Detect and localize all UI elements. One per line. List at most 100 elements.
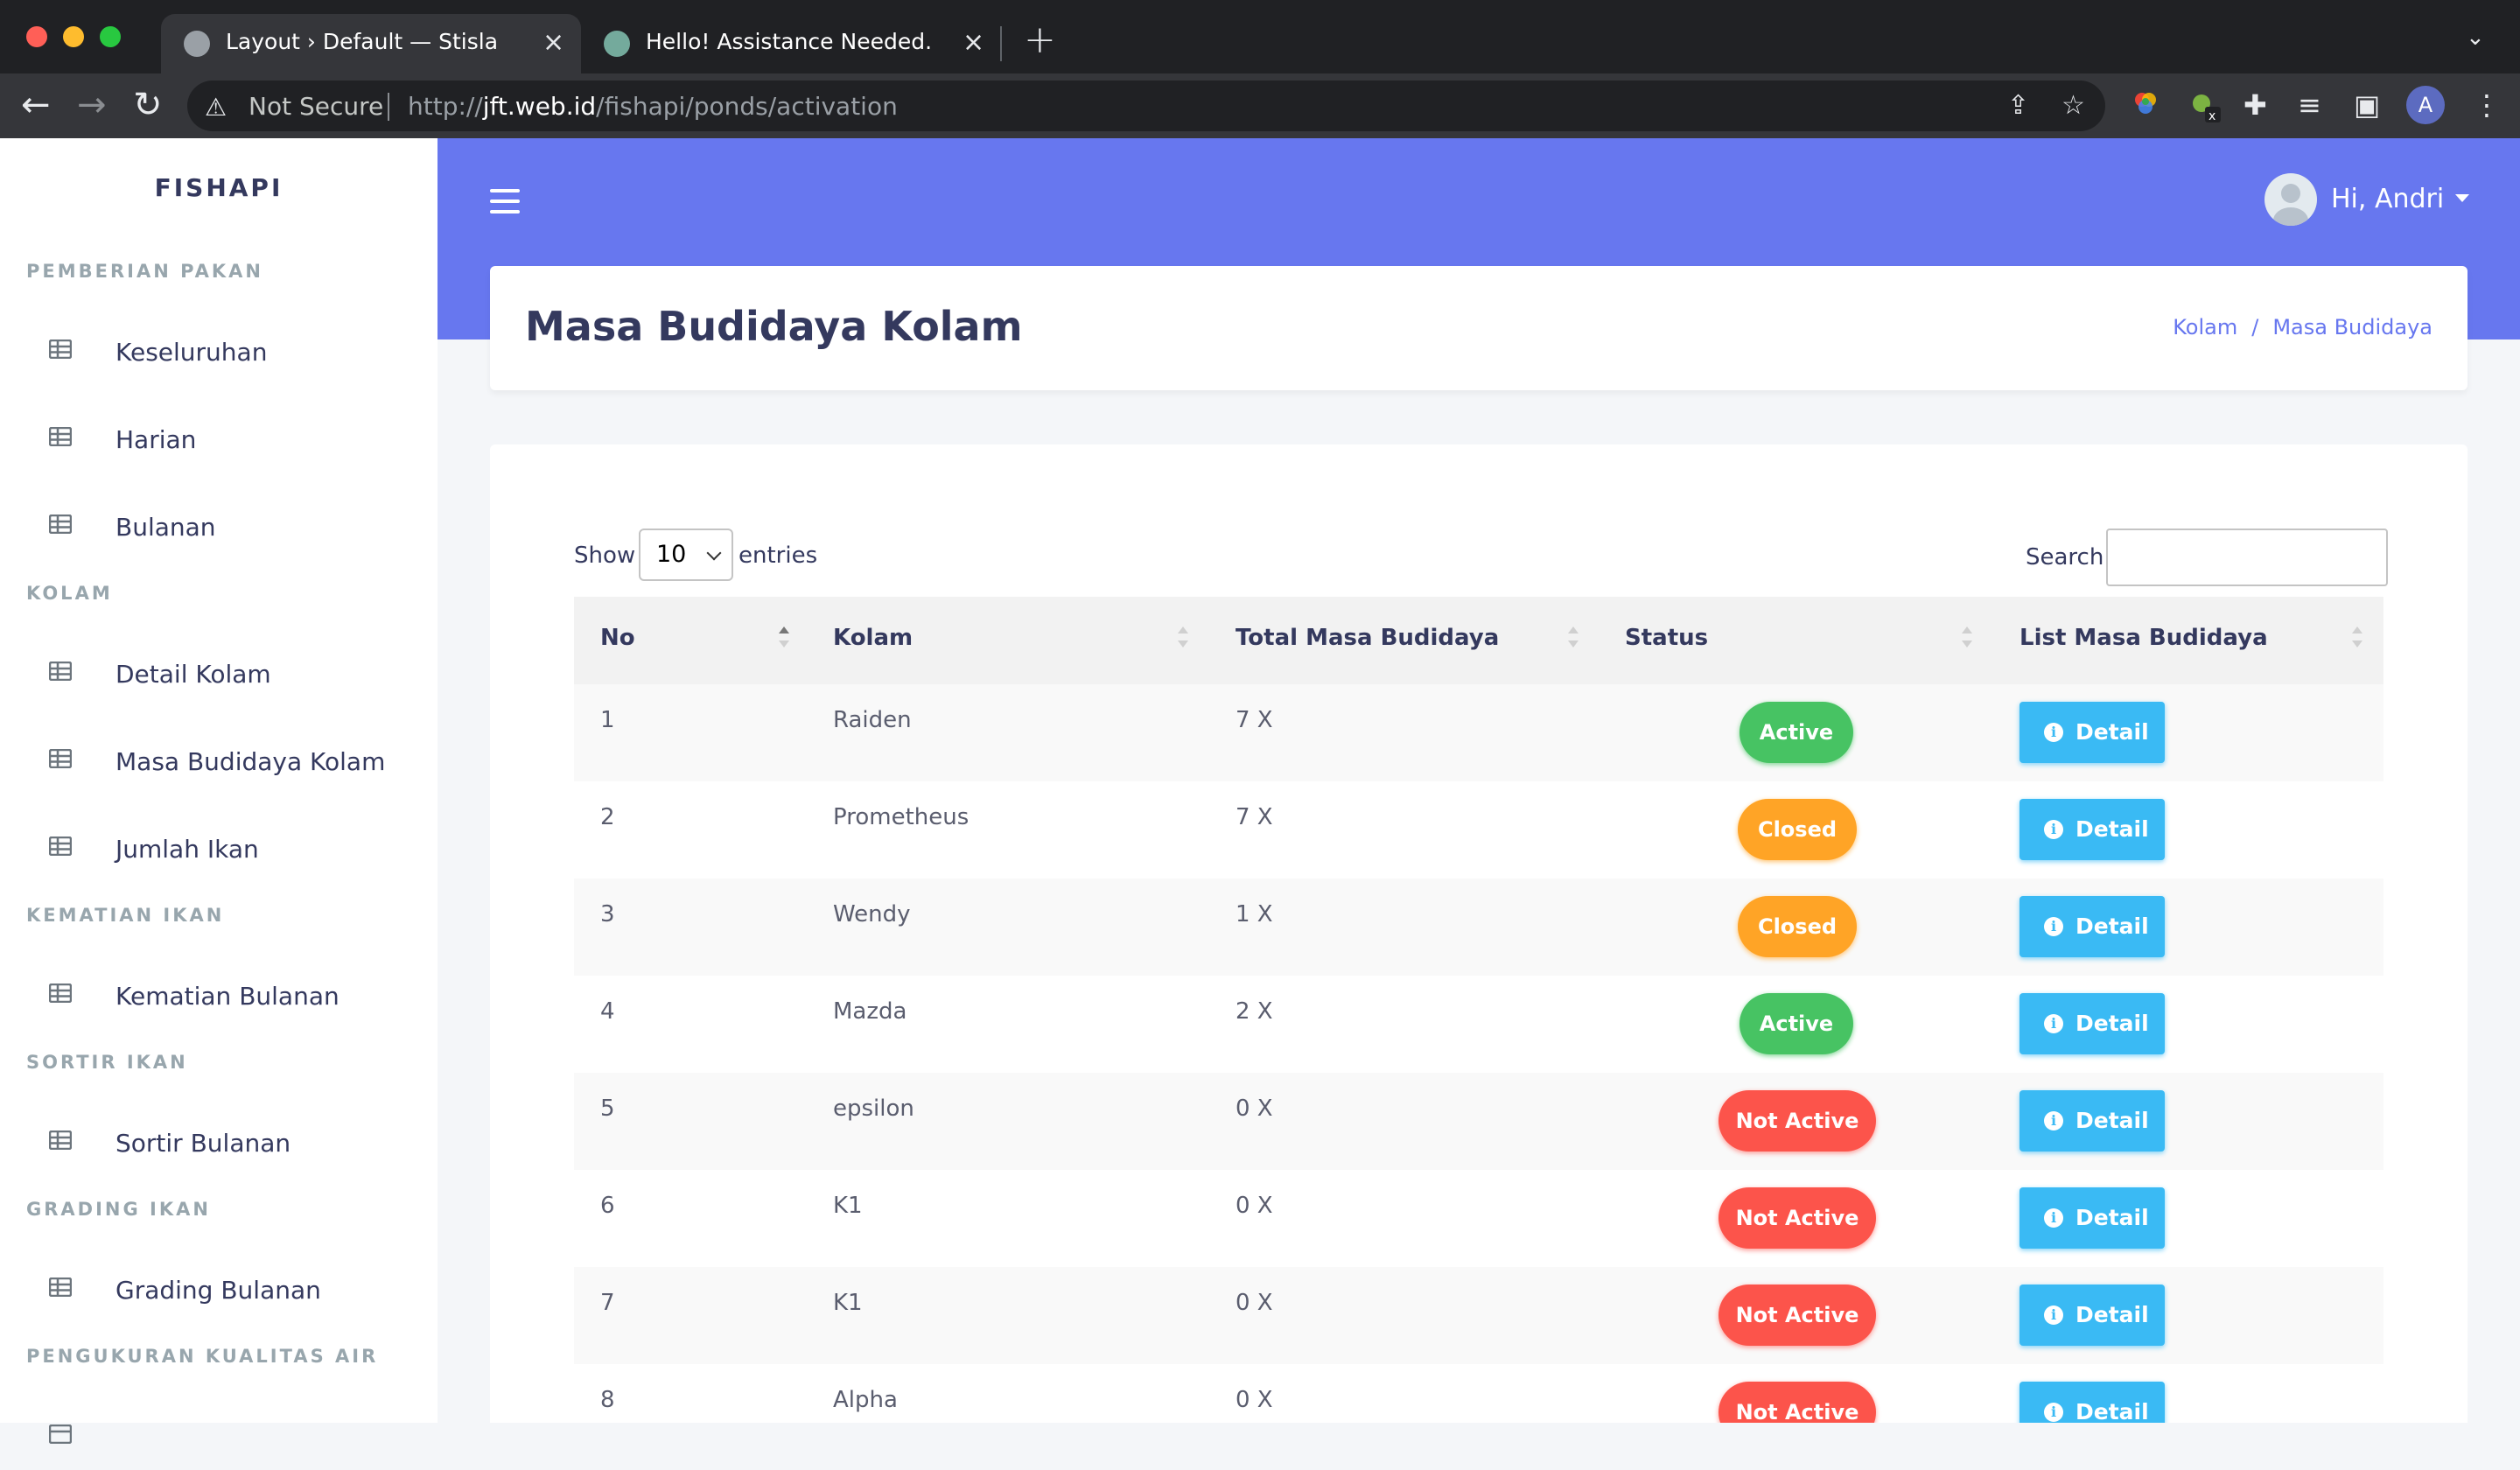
forward-arrow-icon[interactable]: →	[77, 86, 107, 124]
back-arrow-icon[interactable]: ←	[21, 86, 51, 124]
breadcrumb-separator: /	[2251, 315, 2259, 340]
extension-x-icon[interactable]: x	[2188, 89, 2222, 130]
cell-total: 0 X	[1236, 1096, 1273, 1122]
table-row: 4 Mazda 2 X Active i Detail	[574, 976, 2384, 1073]
sidebar-item-label: Keseluruhan	[116, 338, 268, 367]
sidebar-item-grading-bulanan[interactable]: Grading Bulanan	[0, 1262, 438, 1323]
search-input[interactable]	[2106, 528, 2388, 586]
browser-tab-bar: Layout › Default — Stisla × Hello! Assis…	[0, 0, 2520, 74]
cell-kolam: epsilon	[833, 1096, 914, 1122]
cell-kolam: K1	[833, 1193, 863, 1219]
entries-select[interactable]: 10	[639, 528, 733, 581]
sidebar-item-jumlah-ikan[interactable]: Jumlah Ikan	[0, 821, 438, 882]
new-tab-plus-icon[interactable]: +	[1024, 18, 1056, 62]
puzzle-extensions-icon[interactable]: ✚	[2244, 89, 2267, 121]
kebab-menu-icon[interactable]: ⋮	[2473, 89, 2501, 121]
cell-total: 1 X	[1236, 901, 1273, 928]
cell-no: 8	[600, 1387, 615, 1413]
sidebar-item-label: Sortir Bulanan	[116, 1129, 291, 1158]
detail-button[interactable]: i Detail	[2020, 1382, 2165, 1423]
detail-button[interactable]: i Detail	[2020, 1284, 2165, 1346]
status-badge: Closed	[1738, 799, 1857, 860]
bookmark-star-icon[interactable]: ☆	[2062, 90, 2085, 121]
address-bar[interactable]: ⚠ Not Secure http://jft.web.id/fishapi/p…	[187, 80, 2105, 131]
cell-total: 7 X	[1236, 707, 1273, 733]
sidebar-item-sortir-bulanan[interactable]: Sortir Bulanan	[0, 1115, 438, 1176]
browser-tab-assistance[interactable]: Hello! Assistance Needed. ×	[581, 14, 1001, 74]
url-text[interactable]: http://jft.web.id/fishapi/ponds/activati…	[408, 92, 898, 121]
color-extension-icon[interactable]	[2132, 89, 2160, 123]
chevron-down-icon	[706, 545, 722, 561]
sidebar-item-masa-budidaya-kolam[interactable]: Masa Budidaya Kolam	[0, 733, 438, 794]
reading-list-icon[interactable]: ≡	[2298, 89, 2321, 121]
table-icon	[49, 749, 72, 768]
table-card: Show 10 entries Search: No Kolam Total M…	[490, 444, 2468, 1423]
sidebar-item-label: Harian	[116, 425, 197, 454]
column-header-kolam[interactable]: Kolam	[833, 625, 913, 651]
column-header-no[interactable]: No	[600, 625, 635, 651]
table-row: 2 Prometheus 7 X Closed i Detail	[574, 781, 2384, 878]
hamburger-menu-icon[interactable]	[490, 189, 520, 215]
sidebar-item-bulanan[interactable]: Bulanan	[0, 499, 438, 560]
share-icon[interactable]: ⇪	[2007, 90, 2029, 121]
detail-button[interactable]: i Detail	[2020, 799, 2165, 860]
info-circle-icon: i	[2044, 1208, 2063, 1228]
column-header-total-masa-budidaya[interactable]: Total Masa Budidaya	[1236, 625, 1499, 651]
status-badge: Active	[1740, 993, 1853, 1054]
sort-icon[interactable]	[1568, 626, 1578, 651]
table-row: 7 K1 0 X Not Active i Detail	[574, 1267, 2384, 1364]
table-icon	[49, 340, 72, 359]
cell-kolam: Mazda	[833, 998, 907, 1025]
cell-total: 0 X	[1236, 1290, 1273, 1316]
table-row: 3 Wendy 1 X Closed i Detail	[574, 878, 2384, 976]
sort-asc-icon[interactable]	[779, 626, 789, 651]
profile-avatar[interactable]: A	[2406, 86, 2445, 124]
sidebar-item-harian[interactable]: Harian	[0, 411, 438, 472]
column-header-status[interactable]: Status	[1625, 625, 1708, 651]
globe-icon	[184, 31, 210, 57]
detail-button-label: Detail	[2076, 1108, 2149, 1133]
info-circle-icon: i	[2044, 1111, 2063, 1130]
entries-value: 10	[656, 541, 687, 568]
column-header-list-masa-budidaya[interactable]: List Masa Budidaya	[2020, 625, 2268, 651]
show-label: Show	[574, 542, 636, 569]
browser-tab-stisla[interactable]: Layout › Default — Stisla ×	[161, 14, 581, 74]
sidebar-item-detail-kolam[interactable]: Detail Kolam	[0, 646, 438, 707]
brand-logo-text[interactable]: FISHAPI	[0, 173, 438, 202]
url-scheme: http://	[408, 92, 483, 121]
detail-button[interactable]: i Detail	[2020, 896, 2165, 957]
reload-icon[interactable]: ↻	[133, 86, 163, 124]
info-circle-icon: i	[2044, 917, 2063, 936]
sidebar-item-partial[interactable]	[0, 1409, 438, 1470]
cell-total: 7 X	[1236, 804, 1273, 830]
info-circle-icon: i	[2044, 1403, 2063, 1422]
breadcrumb: Kolam / Masa Budidaya	[2173, 315, 2432, 340]
breadcrumb-item-kolam[interactable]: Kolam	[2173, 315, 2237, 340]
window-zoom-button[interactable]	[100, 26, 121, 47]
detail-button[interactable]: i Detail	[2020, 1187, 2165, 1249]
sidebar-item-keseluruhan[interactable]: Keseluruhan	[0, 324, 438, 385]
detail-button-label: Detail	[2076, 1205, 2149, 1230]
url-host: jft.web.id	[482, 92, 597, 121]
side-panel-icon[interactable]: ▣	[2354, 89, 2380, 121]
menu-header-pengukuran-kualitas-air: PENGUKURAN KUALITAS AIR	[26, 1346, 379, 1367]
detail-button[interactable]: i Detail	[2020, 702, 2165, 763]
sort-icon[interactable]	[1962, 626, 1972, 651]
sidebar-item-kematian-bulanan[interactable]: Kematian Bulanan	[0, 968, 438, 1029]
user-greeting: Hi, Andri	[2331, 184, 2445, 214]
sort-icon[interactable]	[1178, 626, 1188, 651]
tab-close-icon[interactable]: ×	[542, 27, 564, 58]
cell-total: 0 X	[1236, 1387, 1273, 1413]
table-icon	[49, 984, 72, 1003]
sort-icon[interactable]	[2352, 626, 2362, 651]
window-minimize-button[interactable]	[63, 26, 84, 47]
detail-button[interactable]: i Detail	[2020, 1090, 2165, 1152]
cell-no: 4	[600, 998, 615, 1025]
breadcrumb-item-masa-budidaya[interactable]: Masa Budidaya	[2272, 315, 2432, 340]
tab-close-icon[interactable]: ×	[962, 27, 984, 58]
info-circle-icon: i	[2044, 723, 2063, 742]
tab-list-chevron-icon[interactable]: ⌄	[2466, 24, 2485, 51]
detail-button[interactable]: i Detail	[2020, 993, 2165, 1054]
detail-button-label: Detail	[2076, 719, 2149, 745]
window-close-button[interactable]	[26, 26, 47, 47]
